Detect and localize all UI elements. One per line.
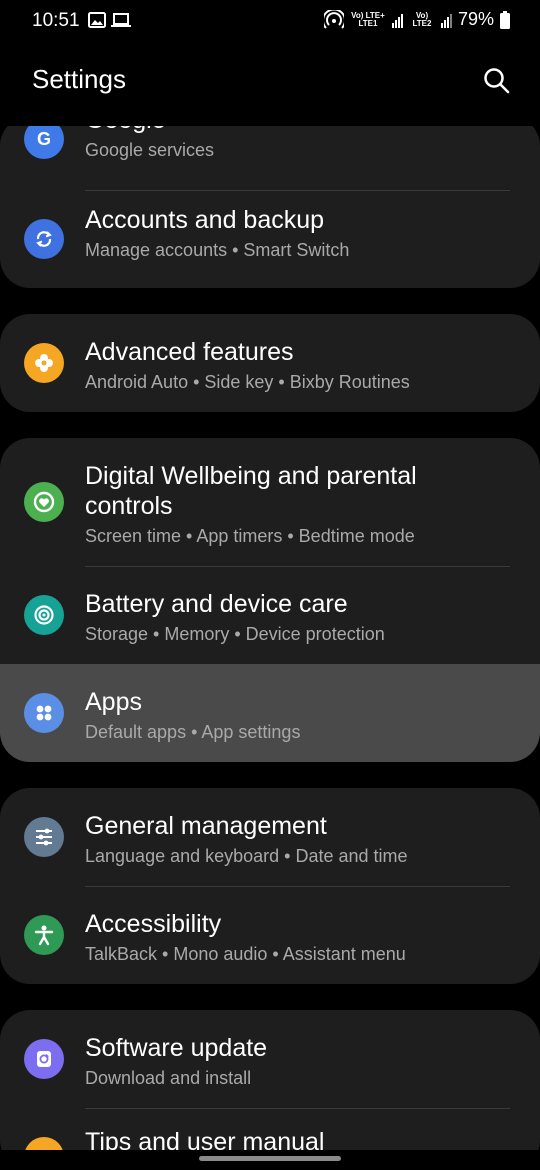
device-care-icon xyxy=(24,595,64,635)
laptop-notification-icon xyxy=(111,13,131,27)
settings-card-updates: Software update Download and install Tip… xyxy=(0,1010,540,1150)
sliders-icon xyxy=(24,817,64,857)
status-bar: 10:51 Vo) LTE+ LTE1 Vo) LTE2 79% xyxy=(0,0,540,44)
apps-grid-icon xyxy=(24,693,64,733)
sim1-signal-icon xyxy=(391,12,403,28)
settings-item-summary: Language and keyboard • Date and time xyxy=(85,846,408,866)
battery-icon xyxy=(500,10,510,29)
settings-item-summary: Manage accounts • Smart Switch xyxy=(85,240,350,260)
settings-item-label: Battery and device care xyxy=(85,590,348,618)
settings-item-summary: Android Auto • Side key • Bixby Routines xyxy=(85,372,410,392)
settings-item-summary: Storage • Memory • Device protection xyxy=(85,624,385,644)
status-time: 10:51 xyxy=(32,10,80,31)
sim2-signal-icon xyxy=(440,12,452,28)
accessibility-icon xyxy=(24,915,64,955)
settings-item-digital-wellbeing[interactable]: Digital Wellbeing and parental controls … xyxy=(0,438,540,566)
status-right: Vo) LTE+ LTE1 Vo) LTE2 79% xyxy=(323,9,510,30)
battery-percent: 79% xyxy=(457,9,494,29)
settings-item-summary: Default apps • App settings xyxy=(85,722,301,742)
settings-item-label: Google xyxy=(85,126,166,135)
settings-item-summary: Download and install xyxy=(85,1068,252,1088)
settings-item-advanced-features[interactable]: Advanced features Android Auto • Side ke… xyxy=(0,314,540,412)
settings-item-label: Accounts and backup xyxy=(85,206,325,234)
google-icon: G xyxy=(24,126,64,159)
settings-item-general-management[interactable]: General management Language and keyboard… xyxy=(0,788,540,886)
hotspot-icon xyxy=(323,9,344,29)
settings-item-summary: TalkBack • Mono audio • Assistant menu xyxy=(85,944,406,964)
settings-item-tips-manual[interactable]: Tips and user manual xyxy=(0,1108,540,1150)
settings-card-accounts: G Google Google services Accounts and ba… xyxy=(0,126,540,288)
tips-icon xyxy=(24,1137,64,1150)
settings-item-label: Software update xyxy=(85,1034,268,1062)
settings-item-accessibility[interactable]: Accessibility TalkBack • Mono audio • As… xyxy=(0,886,540,984)
settings-item-label: Apps xyxy=(85,688,142,716)
page-title: Settings xyxy=(32,64,126,94)
software-update-icon xyxy=(24,1039,64,1079)
settings-card-device: Digital Wellbeing and parental controls … xyxy=(0,438,540,762)
sim2-network-label: Vo) LTE2 xyxy=(412,10,432,28)
gallery-notification-icon xyxy=(88,12,106,28)
settings-item-google[interactable]: G Google Google services xyxy=(0,126,540,188)
settings-item-label-line2: controls xyxy=(85,492,173,520)
sim1-network-label: Vo) LTE+ LTE1 xyxy=(351,10,385,28)
settings-item-summary: Screen time • App timers • Bedtime mode xyxy=(85,526,415,546)
settings-item-software-update[interactable]: Software update Download and install xyxy=(0,1010,540,1108)
settings-item-battery-device-care[interactable]: Battery and device care Storage • Memory… xyxy=(0,566,540,664)
settings-card-advanced: Advanced features Android Auto • Side ke… xyxy=(0,314,540,412)
settings-item-label: Tips and user manual xyxy=(85,1128,325,1150)
wellbeing-icon xyxy=(24,482,64,522)
sync-icon xyxy=(24,219,64,259)
settings-item-label: Advanced features xyxy=(85,338,294,366)
home-indicator[interactable] xyxy=(199,1156,341,1161)
settings-item-accounts-backup[interactable]: Accounts and backup Manage accounts • Sm… xyxy=(0,190,540,288)
app-bar: Settings xyxy=(0,50,540,110)
settings-item-label: General management xyxy=(85,812,327,840)
settings-list[interactable]: G Google Google services Accounts and ba… xyxy=(0,126,540,1150)
settings-item-summary: Google services xyxy=(85,140,215,160)
flower-icon xyxy=(24,343,64,383)
svg-text:G: G xyxy=(37,129,51,149)
settings-item-apps[interactable]: Apps Default apps • App settings xyxy=(0,664,540,762)
settings-card-general: General management Language and keyboard… xyxy=(0,788,540,984)
settings-item-label: Accessibility xyxy=(85,910,222,938)
settings-item-label: Digital Wellbeing and parental xyxy=(85,462,417,490)
search-icon[interactable] xyxy=(482,66,512,96)
